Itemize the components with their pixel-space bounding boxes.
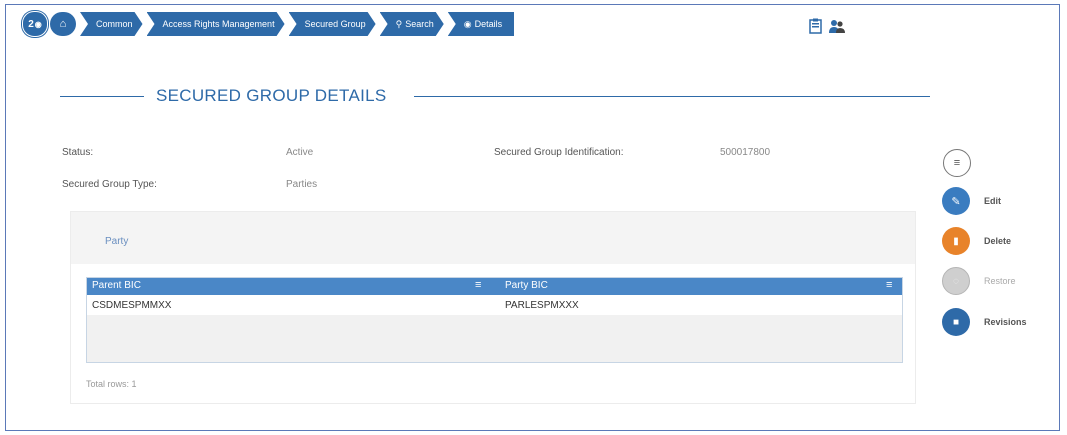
trash-icon: ▮: [942, 227, 970, 255]
status-label: Status:: [62, 147, 94, 158]
menu-icon: ≡: [943, 149, 971, 177]
edit-label: Edit: [984, 196, 1001, 206]
breadcrumb: 2 ◉ ⌂ Common Access Rights Management Sec…: [22, 11, 515, 37]
home-button[interactable]: ⌂: [50, 12, 76, 36]
party-panel-header: Party: [71, 212, 915, 264]
clipboard-icon[interactable]: [808, 18, 824, 34]
breadcrumb-item-label: Access Rights Management: [162, 19, 275, 29]
secured-group-type-value: Parties: [286, 179, 318, 190]
tab-party[interactable]: Party: [105, 236, 128, 247]
breadcrumb-item-details[interactable]: ◉ Details: [447, 12, 515, 36]
column-header-parent-bic[interactable]: Parent BIC: [92, 280, 141, 291]
page-title: SECURED GROUP DETAILS: [156, 86, 387, 105]
breadcrumb-item-label: Secured Group: [304, 19, 366, 29]
menu-button[interactable]: ≡: [943, 149, 971, 177]
status-value: Active: [286, 147, 314, 158]
title-divider-left: [60, 96, 144, 97]
breadcrumb-counter[interactable]: 2 ◉: [22, 11, 48, 37]
users-icon[interactable]: [828, 18, 846, 34]
secured-group-type-label: Secured Group Type:: [62, 179, 157, 190]
revisions-button[interactable]: ■ Revisions: [942, 308, 1027, 336]
delete-button[interactable]: ▮ Delete: [942, 227, 1011, 255]
column-menu-icon[interactable]: ≡: [886, 279, 892, 291]
breadcrumb-item-label: Details: [474, 19, 503, 29]
edit-icon: ✎: [942, 187, 970, 215]
restore-label: Restore: [984, 276, 1016, 286]
secured-group-identification-label: Secured Group Identification:: [494, 147, 624, 158]
breadcrumb-item-label: Search: [405, 19, 434, 29]
secured-group-identification-value: 500017800: [720, 147, 771, 158]
breadcrumb-item-common[interactable]: Common: [80, 12, 143, 36]
grid-header: Parent BIC ≡ Party BIC ≡: [87, 278, 902, 295]
breadcrumb-counter-value: 2: [28, 18, 34, 30]
top-toolbar: [808, 18, 846, 34]
party-panel: Party Parent BIC ≡ Party BIC ≡ CSDMESPMM…: [70, 211, 916, 404]
restore-icon: ◌: [942, 267, 970, 295]
breadcrumb-item-access-rights[interactable]: Access Rights Management: [147, 12, 285, 36]
parent-bic-cell: CSDMESPMMXX: [92, 300, 172, 311]
breadcrumb-item-search[interactable]: ⚲ Search: [380, 12, 444, 36]
title-divider-right: [414, 96, 930, 97]
party-bic-cell: PARLESPMXXX: [505, 300, 579, 311]
restore-button[interactable]: ◌ Restore: [942, 267, 1016, 295]
home-icon: ⌂: [59, 18, 67, 30]
table-row[interactable]: CSDMESPMMXX PARLESPMXXX: [87, 295, 902, 315]
delete-label: Delete: [984, 236, 1012, 246]
breadcrumb-item-secured-group[interactable]: Secured Group: [289, 12, 376, 36]
column-header-party-bic[interactable]: Party BIC: [505, 280, 548, 291]
column-menu-icon[interactable]: ≡: [475, 279, 481, 291]
revisions-icon: ■: [942, 308, 970, 336]
total-rows: Total rows: 1: [86, 379, 137, 389]
search-icon: ⚲: [395, 18, 403, 29]
breadcrumb-item-label: Common: [96, 19, 133, 29]
eye-icon: ◉: [463, 18, 472, 29]
edit-button[interactable]: ✎ Edit: [942, 187, 1001, 215]
party-grid: Parent BIC ≡ Party BIC ≡ CSDMESPMMXX PAR…: [86, 277, 903, 363]
revisions-label: Revisions: [984, 317, 1027, 327]
